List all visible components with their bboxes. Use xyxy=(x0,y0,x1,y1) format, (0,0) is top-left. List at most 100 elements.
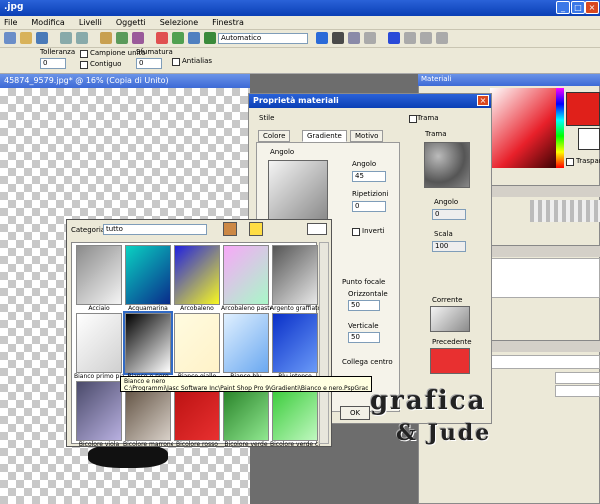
contiguous-checkbox[interactable] xyxy=(80,61,88,69)
stop-script-icon[interactable] xyxy=(420,32,432,44)
preset-select[interactable]: Automatico xyxy=(218,33,308,44)
invert-label: Inverti xyxy=(362,227,385,235)
menu-item[interactable]: File xyxy=(4,18,17,27)
gradient-swatch-label: Bicolore verde xyxy=(224,441,268,448)
play-icon[interactable] xyxy=(316,32,328,44)
record-icon[interactable] xyxy=(388,32,400,44)
menu-item[interactable]: Modifica xyxy=(31,18,64,27)
vertical-label: Verticale xyxy=(348,322,379,330)
tolerance-label: Tolleranza xyxy=(40,48,76,56)
invert-checkbox[interactable] xyxy=(352,228,360,236)
repeats-input[interactable]: 0 xyxy=(352,201,386,212)
redo-icon[interactable] xyxy=(76,32,88,44)
previous-material-swatch[interactable] xyxy=(430,348,470,374)
layer-row-1[interactable] xyxy=(555,372,600,384)
tab-gradiente[interactable]: Gradiente xyxy=(302,130,347,142)
tab-motivo[interactable]: Motivo xyxy=(350,130,384,142)
cut-icon[interactable] xyxy=(100,32,112,44)
current-material-swatch[interactable] xyxy=(430,306,470,332)
overview-row[interactable] xyxy=(490,355,600,369)
undo-icon[interactable] xyxy=(60,32,72,44)
browse-icon[interactable] xyxy=(156,32,168,44)
dialog-close-icon[interactable]: × xyxy=(477,95,489,106)
stop-icon[interactable] xyxy=(332,32,344,44)
gradient-swatch[interactable] xyxy=(76,381,122,441)
gradient-swatch[interactable] xyxy=(76,245,122,305)
texture-angle-label: Angolo xyxy=(434,198,459,206)
transparent-label: Trasparente xyxy=(576,157,600,165)
menu-item[interactable]: Finestra xyxy=(212,18,244,27)
antialias-checkbox[interactable] xyxy=(172,58,180,66)
link-center-label: Collega centro xyxy=(342,358,393,366)
layer-row-2[interactable] xyxy=(555,385,600,397)
gradient-grid: Acciaio Acquamarina Arcobaleno Arcobaleno p… xyxy=(71,242,320,448)
gradient-swatch-label: Acquamarina xyxy=(128,305,168,312)
gradient-swatch-label: Bicolore marrone xyxy=(123,441,173,448)
hue-slider[interactable] xyxy=(556,88,564,168)
foreground-swatch[interactable] xyxy=(566,92,600,126)
maximize-icon[interactable]: □ xyxy=(571,1,585,14)
tab-colore[interactable]: Colore xyxy=(258,130,291,142)
texture-preview[interactable] xyxy=(424,142,470,188)
antialias-label: Antialias xyxy=(182,57,213,65)
gradient-preview[interactable] xyxy=(268,160,328,220)
vertical-input[interactable]: 50 xyxy=(348,332,380,343)
view-options-icon[interactable] xyxy=(307,223,327,235)
save-icon[interactable] xyxy=(36,32,48,44)
gradient-swatch[interactable] xyxy=(125,245,171,305)
tree-icon[interactable] xyxy=(172,32,184,44)
texture-label: Trama xyxy=(425,130,447,138)
sample-merged-checkbox[interactable] xyxy=(80,50,88,58)
background-swatch[interactable] xyxy=(578,128,600,150)
ok-button[interactable]: OK xyxy=(340,406,370,420)
feather-input[interactable]: 0 xyxy=(136,58,162,69)
gear-icon[interactable] xyxy=(364,32,376,44)
gradient-swatch[interactable] xyxy=(174,245,220,305)
gradient-swatch[interactable] xyxy=(174,313,220,373)
window-titlebar: .jpg xyxy=(0,0,600,16)
gradient-swatch[interactable] xyxy=(272,313,318,373)
folder-icon[interactable] xyxy=(249,222,263,236)
gradient-swatch[interactable] xyxy=(223,245,269,305)
gradient-swatch[interactable] xyxy=(223,313,269,373)
image-window-title[interactable]: 45874_9579.jpg* @ 16% (Copia di Unito) xyxy=(0,74,250,88)
feather-label: Sfumatura xyxy=(136,48,173,56)
gradient-scrollbar[interactable] xyxy=(319,242,329,444)
horizontal-input[interactable]: 50 xyxy=(348,300,380,311)
close-icon[interactable]: × xyxy=(585,1,599,14)
image-icon[interactable] xyxy=(188,32,200,44)
minimize-icon[interactable]: _ xyxy=(556,1,570,14)
tolerance-input[interactable]: 0 xyxy=(40,58,66,69)
color-picker-field[interactable] xyxy=(490,88,560,168)
settings-icon[interactable] xyxy=(436,32,448,44)
angle-input[interactable]: 45 xyxy=(352,171,386,182)
gradient-swatch-label: Arcobaleno xyxy=(180,305,214,312)
new-icon[interactable] xyxy=(4,32,16,44)
brush-strip xyxy=(530,200,600,222)
layer-icon[interactable] xyxy=(204,32,216,44)
gradient-tooltip: Bianco e nero C:\Programmi\Jasc Software… xyxy=(120,376,372,392)
transparent-checkbox[interactable] xyxy=(566,158,574,166)
menu-item[interactable]: Livelli xyxy=(79,18,102,27)
gradient-swatch[interactable] xyxy=(76,313,122,373)
layers-palette-bar xyxy=(490,245,600,257)
gradient-editor-icon[interactable] xyxy=(223,222,237,236)
window-title: .jpg xyxy=(4,2,24,12)
texture-angle-input[interactable]: 0 xyxy=(432,209,466,220)
category-select[interactable]: tutto xyxy=(103,224,207,235)
open-icon[interactable] xyxy=(20,32,32,44)
pause-icon[interactable] xyxy=(404,32,416,44)
gradient-swatch[interactable] xyxy=(272,245,318,305)
gradient-swatch-label: Bianco primo piano xyxy=(74,373,124,380)
paste-icon[interactable] xyxy=(132,32,144,44)
menu-item[interactable]: Selezione xyxy=(160,18,198,27)
scale-input[interactable]: 100 xyxy=(432,241,466,252)
layers-list[interactable] xyxy=(490,258,600,298)
gradient-swatch-label: Bicolore viola xyxy=(78,441,120,448)
gradient-swatch[interactable] xyxy=(123,311,173,375)
texture-group-label: Trama xyxy=(417,114,439,122)
menu-item[interactable]: Oggetti xyxy=(116,18,146,27)
texture-checkbox[interactable] xyxy=(409,115,417,123)
copy-icon[interactable] xyxy=(116,32,128,44)
script-icon[interactable] xyxy=(348,32,360,44)
